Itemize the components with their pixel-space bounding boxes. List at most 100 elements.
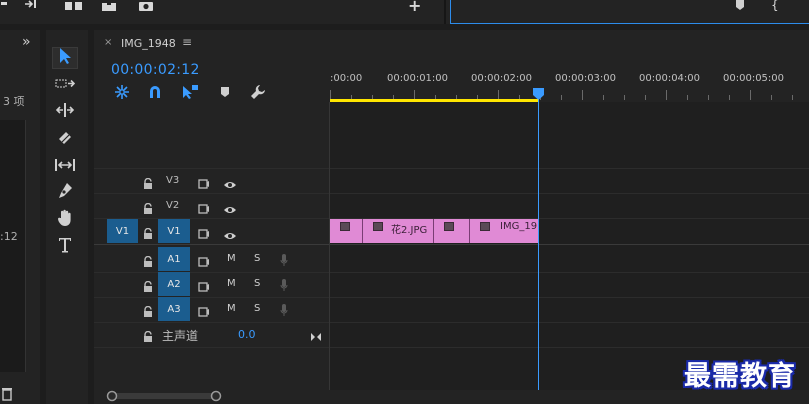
selection-tool[interactable] — [52, 47, 78, 69]
program-monitor-panel: { — [450, 0, 809, 24]
sync-lock-icon[interactable] — [198, 225, 210, 244]
ruler-label: 00:00:05:00 — [723, 73, 785, 84]
playhead-timecode[interactable]: 00:00:02:12 — [111, 62, 200, 78]
mute-button[interactable]: M — [227, 303, 236, 314]
sync-lock-icon[interactable] — [198, 303, 210, 322]
master-track-label: 主声道 — [162, 329, 199, 343]
top-toolbar-panel: + — [0, 0, 446, 24]
type-tool[interactable] — [52, 236, 78, 258]
solo-button[interactable]: S — [254, 278, 260, 289]
razor-tool[interactable] — [52, 128, 78, 150]
sync-lock-icon[interactable] — [198, 175, 210, 194]
playhead-handle[interactable] — [533, 88, 544, 100]
mute-button[interactable]: M — [227, 278, 236, 289]
timeline-clip[interactable]: 花2.JPG — [363, 219, 434, 243]
wrench-icon[interactable] — [249, 84, 267, 100]
ruler-label: :00:00 — [330, 73, 363, 84]
sync-lock-icon[interactable] — [198, 278, 210, 297]
tools-panel — [46, 30, 88, 404]
eye-icon[interactable] — [223, 226, 237, 245]
solo-button[interactable]: S — [254, 303, 260, 314]
master-level-value[interactable]: 0.0 — [238, 328, 256, 341]
add-button[interactable]: + — [408, 0, 421, 14]
item-count: 3 项 — [3, 95, 25, 108]
slip-icon — [54, 157, 76, 176]
ruler-label: 00:00:04:00 — [639, 73, 701, 84]
microphone-icon[interactable] — [280, 252, 288, 271]
sync-lock-icon[interactable] — [198, 200, 210, 219]
step-forward-icon[interactable] — [24, 0, 38, 12]
lock-icon[interactable] — [143, 278, 153, 297]
track-target-v1[interactable]: V1 — [158, 219, 190, 243]
horizontal-scrollbar[interactable] — [104, 390, 234, 402]
brace-icon[interactable]: { — [771, 0, 779, 11]
trash-icon[interactable] — [2, 386, 12, 404]
expand-panels-button[interactable]: » — [22, 34, 31, 50]
lock-icon[interactable] — [143, 328, 153, 347]
insert-icon[interactable] — [64, 0, 84, 14]
watermark-logo: 最需教育 — [684, 361, 796, 392]
add-marker-icon[interactable] — [216, 84, 234, 100]
pen-icon — [57, 182, 73, 204]
timeline-clip[interactable] — [330, 219, 363, 243]
type-icon — [57, 236, 73, 258]
marker-icon[interactable] — [735, 0, 745, 14]
snap-magnet-icon[interactable] — [146, 84, 164, 100]
fx-badge-icon — [444, 222, 454, 231]
mute-button[interactable]: M — [227, 253, 236, 264]
lock-icon[interactable] — [143, 200, 153, 219]
track-row-master: 主声道 0.0 — [94, 322, 330, 347]
microphone-icon[interactable] — [280, 302, 288, 321]
tab-menu-icon[interactable]: ≡ — [182, 35, 192, 49]
eye-icon[interactable] — [223, 175, 237, 194]
track-row-a3: A3 M S — [94, 297, 330, 322]
hand-tool[interactable] — [52, 209, 78, 231]
track-row-v1: V1 V1 — [94, 219, 330, 244]
track-divider — [94, 347, 809, 348]
linked-selection-icon[interactable] — [181, 84, 199, 100]
go-to-end-icon[interactable] — [310, 327, 322, 346]
timeline-clip[interactable] — [434, 219, 470, 243]
source-patch-v1[interactable]: V1 — [107, 219, 138, 243]
solo-button[interactable]: S — [254, 253, 260, 264]
fx-badge-icon — [340, 222, 350, 231]
step-back-icon[interactable] — [0, 0, 10, 12]
export-frame-icon[interactable] — [138, 0, 154, 14]
lock-icon[interactable] — [143, 253, 153, 272]
ripple-edit-tool[interactable] — [52, 101, 78, 123]
ripple-edit-icon — [55, 102, 75, 122]
ruler-label: 00:00:01:00 — [387, 73, 449, 84]
clip-label: 花2.JPG — [391, 225, 428, 236]
track-target-a2[interactable]: A2 — [158, 272, 190, 296]
sync-lock-icon[interactable] — [198, 253, 210, 272]
lock-icon[interactable] — [143, 225, 153, 244]
clip-label: IMG_19 — [500, 221, 538, 232]
lock-icon[interactable] — [143, 303, 153, 322]
duration-fragment: :12 — [0, 230, 18, 243]
track-target-a1[interactable]: A1 — [158, 247, 190, 271]
track-name-v2[interactable]: V2 — [166, 200, 179, 211]
eye-icon[interactable] — [223, 200, 237, 219]
track-target-a3[interactable]: A3 — [158, 297, 190, 321]
nest-sequence-icon[interactable] — [113, 84, 131, 100]
fx-badge-icon — [373, 222, 383, 231]
pen-tool[interactable] — [52, 182, 78, 204]
fx-badge-icon — [480, 222, 490, 231]
lock-icon[interactable] — [143, 175, 153, 189]
razor-icon — [56, 129, 74, 149]
track-select-tool[interactable] — [52, 74, 78, 96]
ruler-label: 00:00:02:00 — [471, 73, 533, 84]
playhead-line[interactable] — [538, 100, 539, 390]
slip-tool[interactable] — [52, 155, 78, 177]
track-name-v3[interactable]: V3 — [166, 175, 179, 186]
track-row-v3: V3 — [94, 169, 330, 194]
microphone-icon[interactable] — [280, 277, 288, 296]
timeline-clip[interactable]: IMG_19 — [470, 219, 538, 243]
sequence-tab-title[interactable]: IMG_1948 — [121, 37, 176, 50]
overwrite-icon[interactable] — [101, 0, 117, 14]
selection-arrow-icon — [58, 47, 72, 69]
project-bin-area — [0, 120, 26, 372]
hand-icon — [57, 209, 73, 231]
track-row-a2: A2 M S — [94, 272, 330, 297]
close-tab-button[interactable]: × — [104, 37, 112, 48]
